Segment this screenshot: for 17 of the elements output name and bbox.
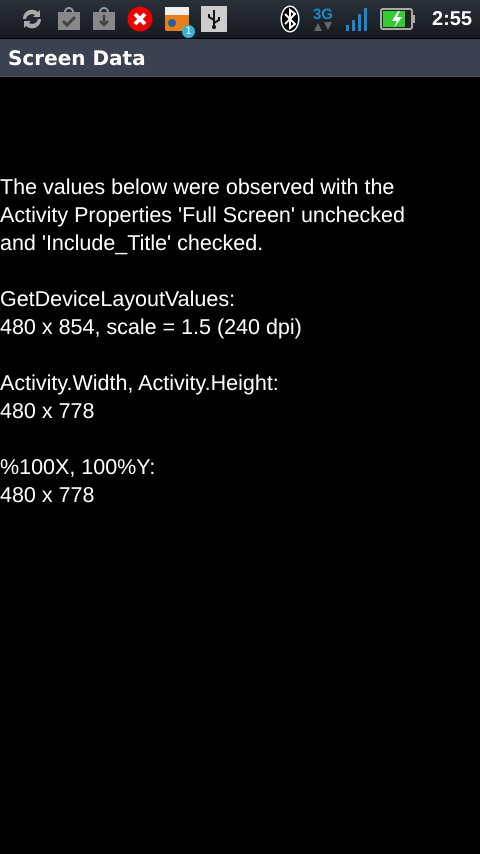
info-paragraph: The values below were observed with the Activity Properties 'Full Screen' unchecked and 'Include_Title' checked. xyxy=(0,174,406,257)
error-icon xyxy=(127,6,153,32)
bluetooth-icon xyxy=(280,5,300,33)
data-arrows-icon xyxy=(312,22,334,31)
info-paragraph: %100X, 100%Y: 480 x 778 xyxy=(0,454,156,509)
info-paragraph: GetDeviceLayoutValues: 480 x 854, scale = 1.5 (240 dpi) xyxy=(0,286,303,341)
bag-check-icon xyxy=(57,6,81,32)
signal-icon xyxy=(346,7,368,31)
usb-icon xyxy=(201,6,227,32)
app-store-icon xyxy=(164,6,190,32)
screen-title: Screen Data xyxy=(8,46,146,70)
bag-download-icon xyxy=(92,6,116,32)
clock: 2:55 xyxy=(432,8,472,30)
battery-charging-icon xyxy=(380,8,416,30)
info-paragraph: Activity.Width, Activity.Height: 480 x 778 xyxy=(0,370,280,425)
network-type: 3G xyxy=(312,7,333,22)
notification-badge: 1 xyxy=(182,25,195,38)
